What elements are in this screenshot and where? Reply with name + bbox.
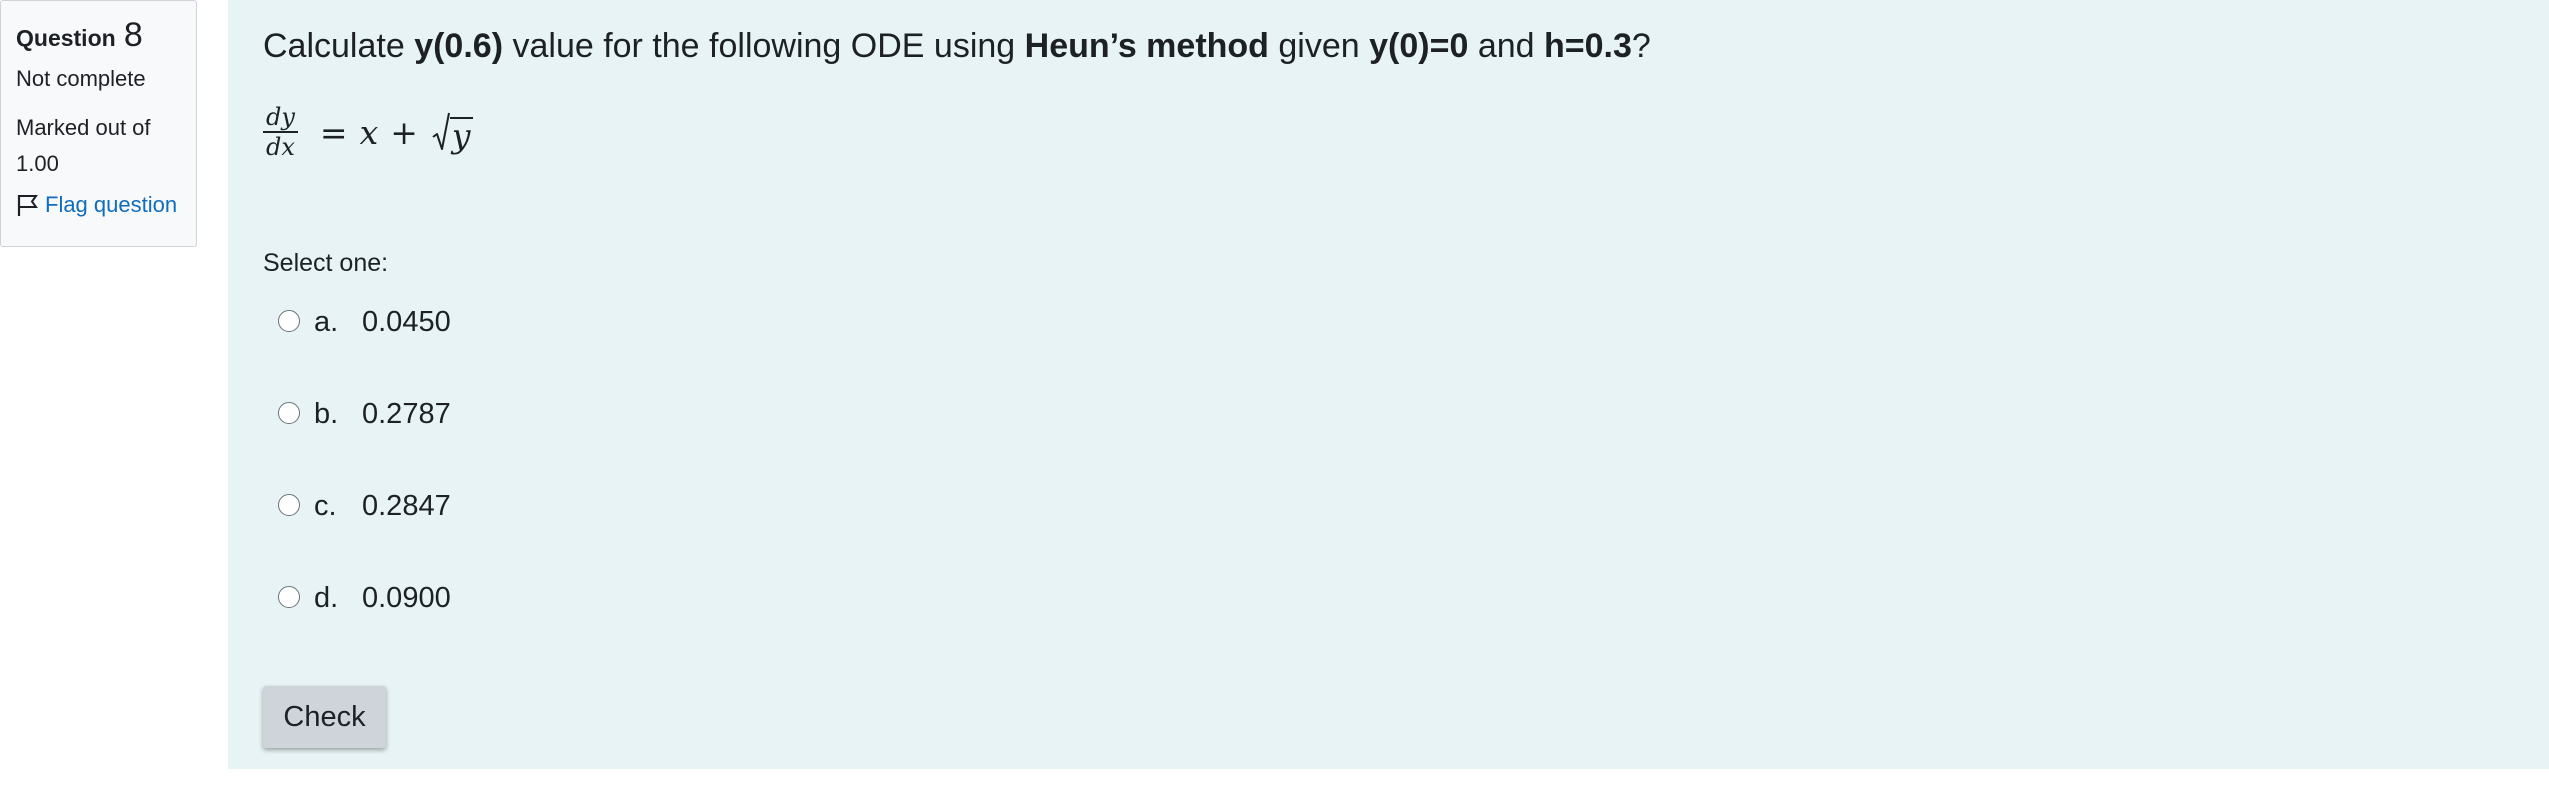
- question-text-emphasis: y(0.6): [414, 27, 504, 65]
- select-one-prompt: Select one:: [263, 249, 389, 277]
- answer-letter: c.: [314, 489, 337, 522]
- answer-value: 0.2847: [362, 489, 451, 522]
- question-grade: Marked out of 1.00: [16, 115, 151, 176]
- question-label: Question: [16, 25, 116, 51]
- question-number-heading: Question 8: [16, 15, 196, 55]
- question-text-emphasis: h=0.3: [1544, 27, 1632, 65]
- question-text-segment: given: [1268, 27, 1370, 65]
- equals-sign: =: [319, 112, 348, 152]
- flag-question-label: Flag question: [45, 192, 178, 217]
- radio-button[interactable]: [278, 494, 300, 516]
- derivative-fraction: dy dx: [263, 105, 298, 159]
- question-text-segment: Calculate: [263, 27, 415, 65]
- check-button[interactable]: Check: [263, 686, 386, 748]
- answer-value: 0.2787: [362, 397, 451, 430]
- fraction-numerator: dy: [266, 103, 295, 131]
- question-text-segment: value for the following ODE using: [503, 27, 1025, 65]
- fraction-denominator: dx: [266, 133, 295, 161]
- answer-value: 0.0450: [362, 305, 451, 338]
- question-text-emphasis: y(0)=0: [1369, 27, 1469, 65]
- answer-option-d[interactable]: d. 0.0900: [278, 574, 451, 622]
- question-text: Calculate y(0.6) value for the following…: [263, 22, 1651, 70]
- answer-options: a. 0.0450 b. 0.2787 c. 0.2847 d. 0.0900: [278, 298, 451, 666]
- question-content: Calculate y(0.6) value for the following…: [228, 0, 2549, 769]
- radio-button[interactable]: [278, 402, 300, 424]
- radio-button[interactable]: [278, 310, 300, 332]
- question-number: 8: [123, 16, 143, 54]
- term-x: x: [359, 112, 379, 152]
- answer-letter: a.: [314, 305, 339, 338]
- answer-option-c[interactable]: c. 0.2847: [278, 482, 451, 530]
- answer-value: 0.0900: [362, 581, 451, 614]
- square-root: y: [432, 111, 473, 153]
- radical-sign-icon: [432, 112, 450, 150]
- flag-question-link[interactable]: Flag question: [16, 192, 196, 218]
- quiz-page: Question 8 Not complete Marked out of 1.…: [0, 0, 2549, 798]
- answer-option-a[interactable]: a. 0.0450: [278, 298, 451, 346]
- question-text-segment: ?: [1631, 27, 1651, 65]
- plus-sign: +: [390, 112, 418, 152]
- answer-letter: b.: [314, 397, 339, 430]
- radicand: y: [449, 116, 473, 155]
- question-text-segment: and: [1468, 27, 1544, 65]
- radio-button[interactable]: [278, 586, 300, 608]
- answer-letter: d.: [314, 581, 339, 614]
- answer-option-b[interactable]: b. 0.2787: [278, 390, 451, 438]
- question-text-emphasis: Heun’s method: [1024, 27, 1269, 65]
- flag-icon: [17, 195, 38, 216]
- ode-equation: dy dx = x + y: [263, 105, 473, 159]
- question-info-panel: Question 8 Not complete Marked out of 1.…: [0, 0, 197, 247]
- question-state: Not complete: [16, 66, 146, 91]
